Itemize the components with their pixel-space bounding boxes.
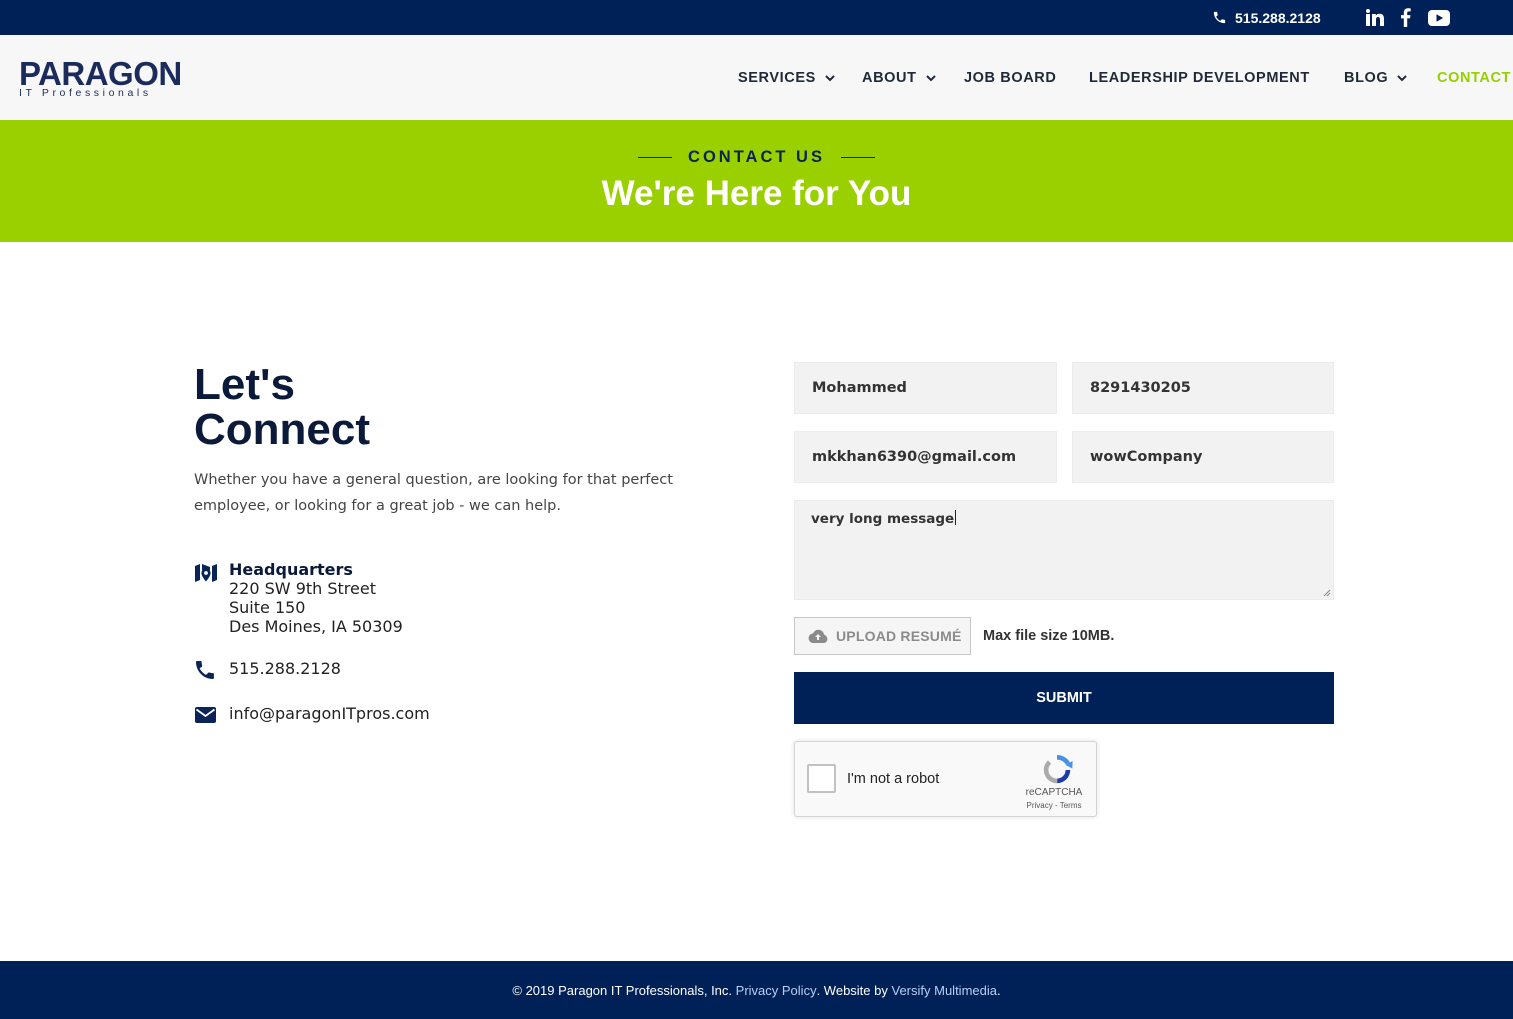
company-field[interactable]: wowCompany [1072,431,1334,483]
facebook-icon[interactable] [1400,8,1411,27]
address-line-3: Des Moines, IA 50309 [229,617,403,636]
recaptcha-widget: I'm not a robot reCAPTCHA Privacy - Term… [794,741,1097,817]
page-title: Let's Connect [194,362,370,452]
headquarters-block: Headquarters 220 SW 9th Street Suite 150… [194,560,403,636]
site-header: PARAGON IT Professionals SERVICES ABOUT … [0,35,1513,120]
title-line-2: Connect [194,405,370,454]
title-line-1: Let's [194,360,295,409]
chevron-down-icon [925,74,936,81]
submit-button[interactable]: SUBMIT [794,672,1334,724]
nav-job-board-label: JOB BOARD [964,70,1057,86]
upload-resume-button[interactable]: UPLOAD RESUMÉ [794,617,971,655]
message-text: very long message [811,511,955,527]
phone-block: 515.288.2128 [194,659,341,681]
nav-blog-label: BLOG [1344,70,1389,86]
nav-contact[interactable]: CONTACT [1437,70,1511,86]
map-marker-icon [195,564,217,582]
recaptcha-logo-icon [1043,755,1073,784]
nav-leadership-label: LEADERSHIP DEVELOPMENT [1089,70,1310,86]
chevron-down-icon [825,74,835,81]
headquarters-title: Headquarters [229,560,353,579]
banner-headline: We're Here for You [601,174,912,213]
headquarters-address: Headquarters 220 SW 9th Street Suite 150… [229,560,403,636]
vendor-link[interactable]: Versify Multimedia [892,983,997,998]
footer-copyright: © 2019 Paragon IT Professionals, Inc. [512,982,733,998]
max-file-size-note: Max file size 10MB. [983,628,1115,644]
nav-blog[interactable]: BLOG [1344,70,1408,86]
contact-email[interactable]: info@paragonITpros.com [229,704,430,726]
footer-website-by: . Website by [816,982,888,998]
youtube-icon[interactable] [1428,8,1450,27]
email-field[interactable]: mkkhan6390@gmail.com [794,431,1057,483]
phone-field[interactable]: 8291430205 [1072,362,1334,414]
privacy-policy-link[interactable]: Privacy Policy [736,983,817,998]
site-footer: © 2019 Paragon IT Professionals, Inc. Pr… [0,961,1513,1019]
phone-icon [1213,11,1226,24]
name-field[interactable]: Mohammed [794,362,1057,414]
linkedin-icon[interactable] [1366,8,1385,27]
text-caret [955,510,957,525]
nav-contact-label: CONTACT [1437,70,1512,86]
intro-text: Whether you have a general question, are… [194,472,673,514]
resize-handle-icon[interactable] [1323,589,1331,597]
envelope-icon [195,707,216,723]
eyebrow-line-left [638,156,673,158]
banner-eyebrow-row: CONTACT US [0,147,1513,167]
paragon-logo[interactable]: PARAGON IT Professionals [19,55,184,98]
message-field[interactable]: very long message [794,500,1334,600]
nav-services-label: SERVICES [738,70,816,86]
address-line-1: 220 SW 9th Street [229,579,376,598]
nav-about-label: ABOUT [862,70,917,86]
logo-wordmark: PARAGON [19,55,182,92]
nav-services[interactable]: SERVICES [738,70,835,86]
nav-leadership-development[interactable]: LEADERSHIP DEVELOPMENT [1089,70,1310,86]
email-block: info@paragonITpros.com [194,704,430,726]
upload-label: UPLOAD RESUMÉ [836,628,962,644]
topbar-phone[interactable]: 515.288.2128 [1212,8,1321,27]
banner-eyebrow: CONTACT US [688,147,825,166]
phone-icon [196,661,214,679]
eyebrow-line-right [840,156,875,158]
footer-period: . [996,982,1001,998]
recaptcha-label: I'm not a robot [847,771,940,787]
chevron-down-icon [1397,74,1408,81]
recaptcha-terms-link[interactable]: Privacy - Terms [1005,801,1103,810]
hero-banner: CONTACT US We're Here for You [0,120,1513,242]
nav-about[interactable]: ABOUT [862,70,936,86]
topbar-phone-text: 515.288.2128 [1235,9,1321,26]
recaptcha-brand: reCAPTCHA [1025,787,1083,798]
top-bar: 515.288.2128 [0,0,1513,35]
contact-phone[interactable]: 515.288.2128 [229,659,341,681]
nav-job-board[interactable]: JOB BOARD [964,70,1056,86]
recaptcha-checkbox[interactable] [807,764,836,793]
cloud-upload-icon [808,629,828,643]
address-line-2: Suite 150 [229,598,306,617]
